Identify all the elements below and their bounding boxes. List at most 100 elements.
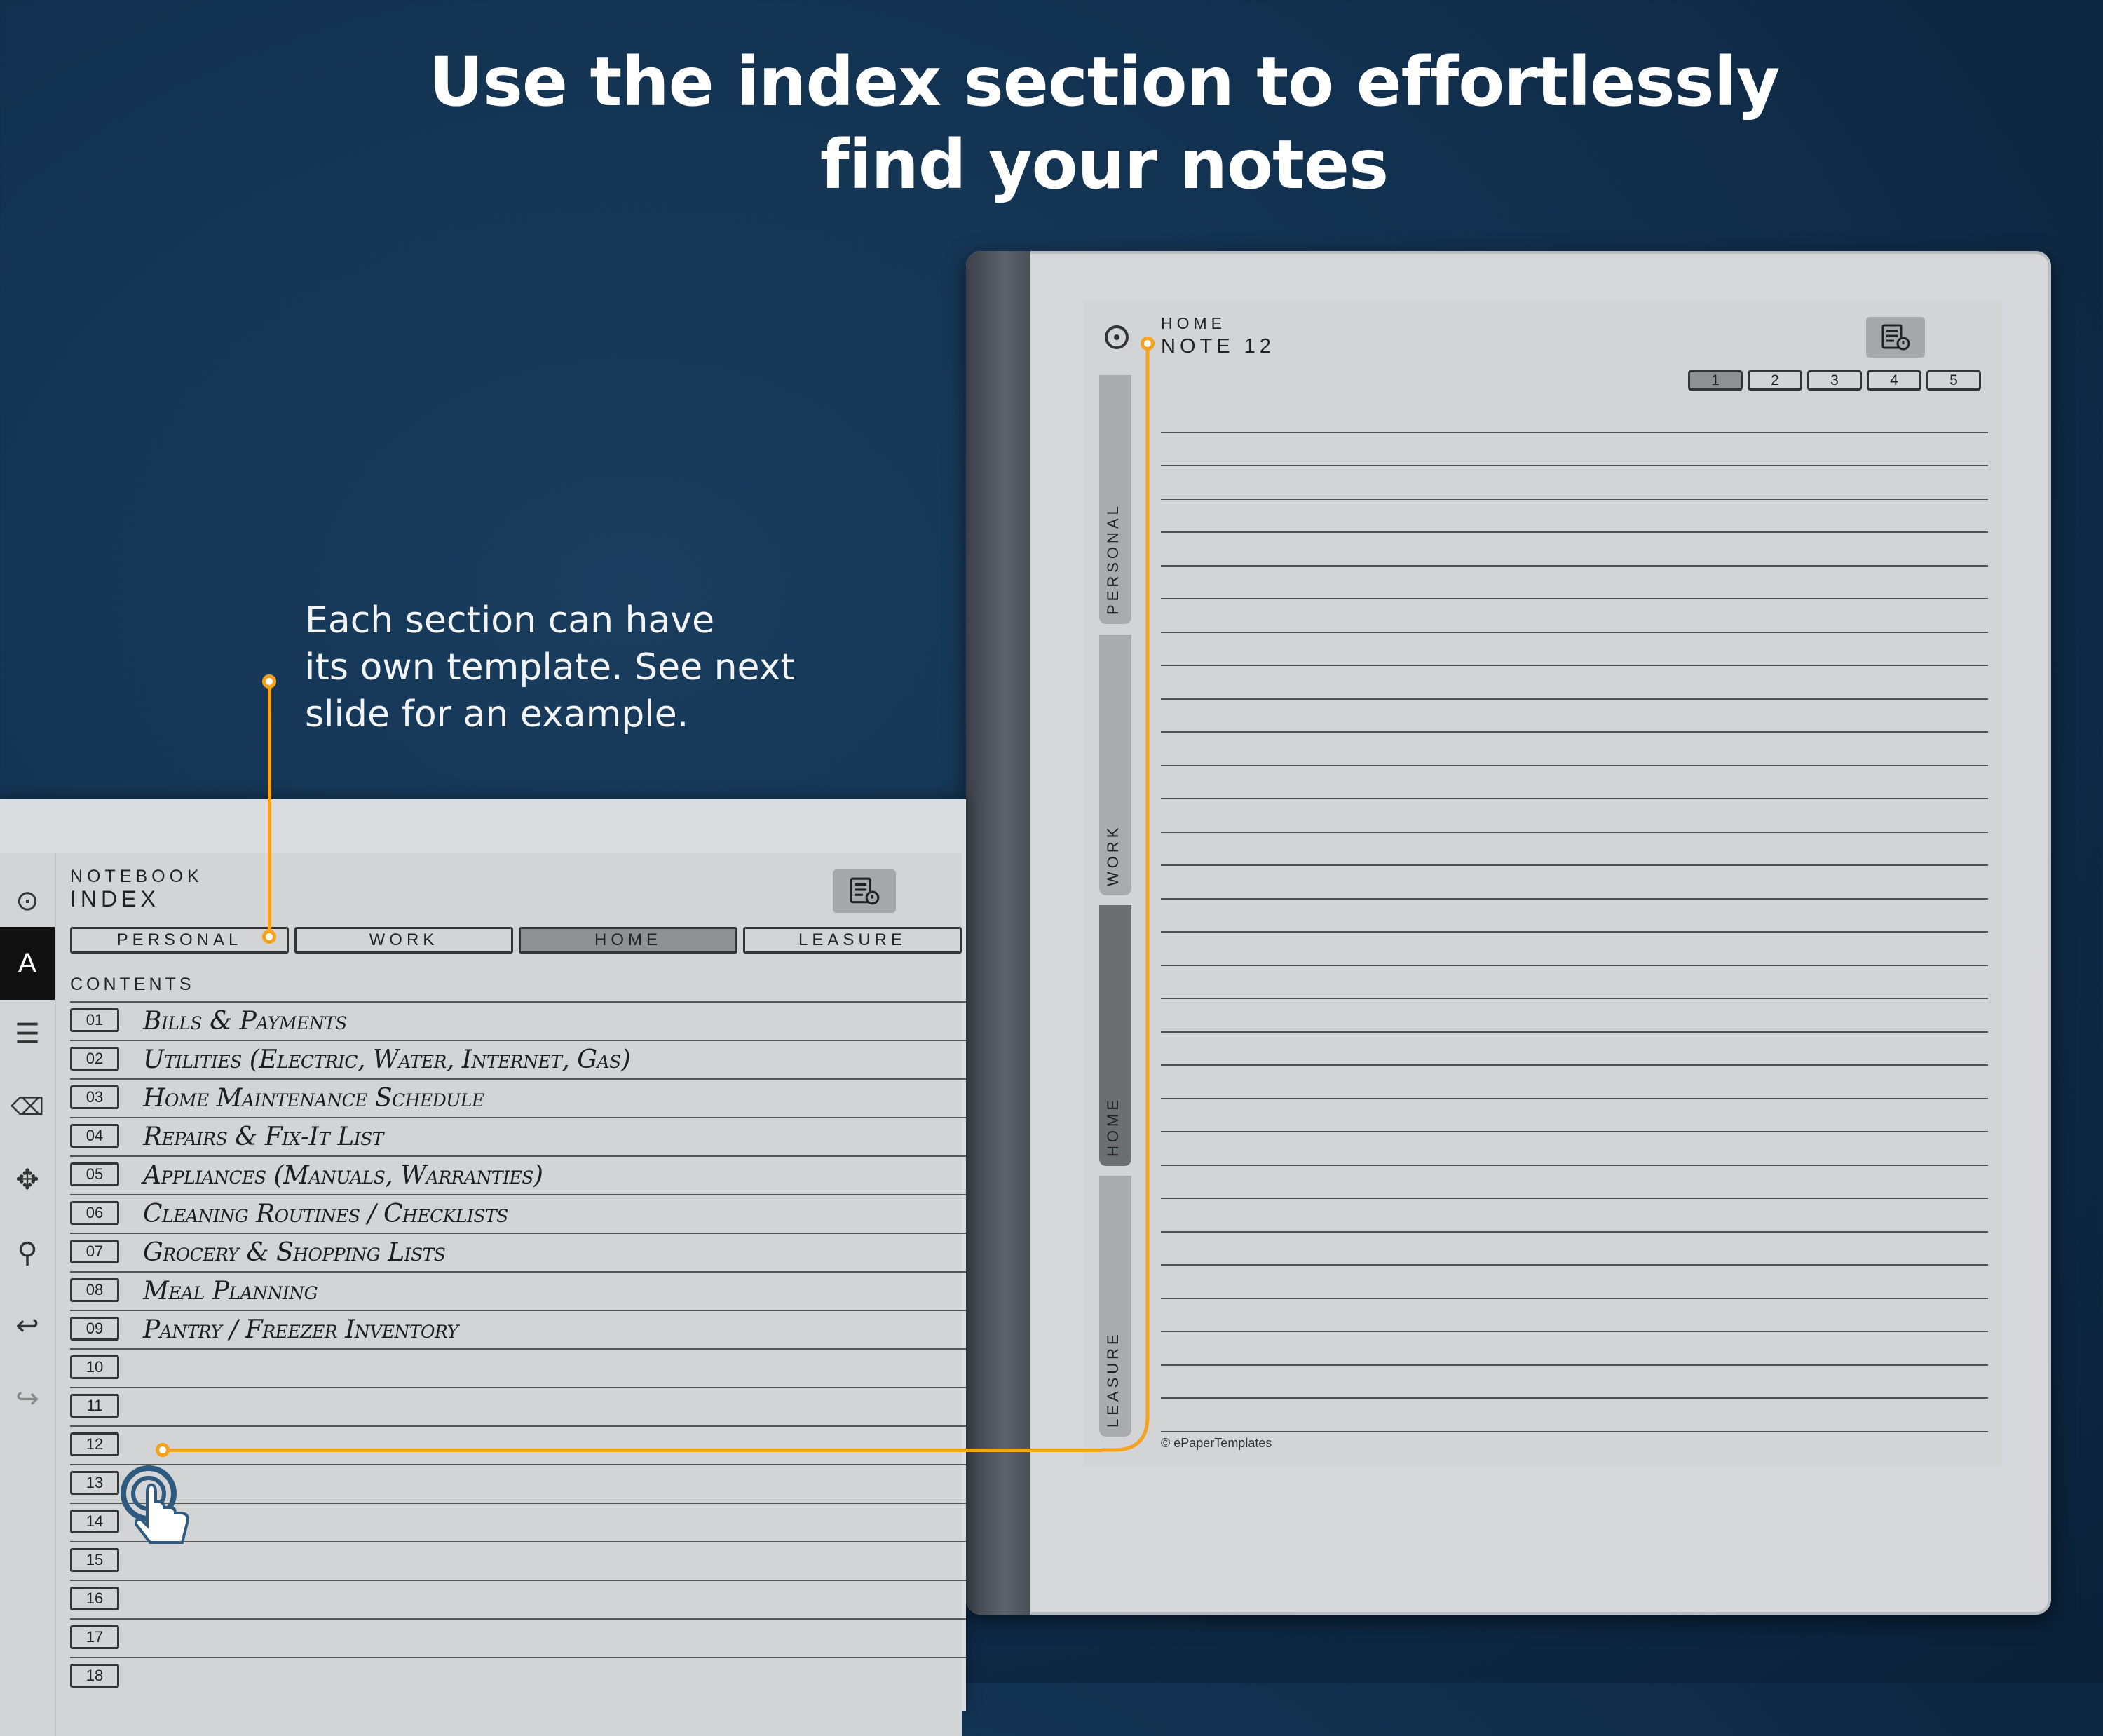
toolbar: ⊙ A ☰ ⌫ ✥ ⚲ ↩ ↪ — [0, 853, 56, 1736]
index-row[interactable]: 05 Appliances (Manuals, Warranties) — [70, 1155, 966, 1194]
tab-personal[interactable]: PERSONAL — [70, 927, 289, 954]
menu-icon[interactable]: ☰ — [7, 1014, 48, 1055]
index-list-icon — [850, 877, 880, 905]
tab-leasure[interactable]: LEASURE — [743, 927, 962, 954]
ruled-line[interactable] — [1161, 999, 1988, 1033]
index-row[interactable]: 14 — [70, 1503, 966, 1541]
page-button-1[interactable]: 1 — [1688, 370, 1743, 391]
index-row-number[interactable]: 01 — [70, 1008, 119, 1032]
index-row-number[interactable]: 07 — [70, 1240, 119, 1263]
page-button-2[interactable]: 2 — [1748, 370, 1802, 391]
index-row-number[interactable]: 02 — [70, 1047, 119, 1071]
headline-line-1: Use the index section to effortlessly — [428, 43, 1780, 121]
ruled-line[interactable] — [1161, 466, 1988, 500]
index-row[interactable]: 13 — [70, 1464, 966, 1503]
tab-home[interactable]: HOME — [519, 927, 737, 954]
ruled-line[interactable] — [1161, 1266, 1988, 1299]
tab-work[interactable]: WORK — [294, 927, 513, 954]
ruled-lines[interactable] — [1161, 400, 1988, 1432]
index-row[interactable]: 06 Cleaning Routines / Checklists — [70, 1194, 966, 1233]
ruled-line[interactable] — [1161, 400, 1988, 433]
page-button-4[interactable]: 4 — [1867, 370, 1921, 391]
index-row-text: Meal Planning — [143, 1277, 318, 1306]
ruled-line[interactable] — [1161, 1132, 1988, 1166]
index-row-number[interactable]: 03 — [70, 1085, 119, 1109]
index-list-icon — [1881, 324, 1910, 351]
page-button-5[interactable]: 5 — [1926, 370, 1981, 391]
index-row-number[interactable]: 15 — [70, 1548, 119, 1572]
ruled-line[interactable] — [1161, 966, 1988, 999]
index-row-number[interactable]: 12 — [70, 1432, 119, 1456]
ruled-line[interactable] — [1161, 666, 1988, 700]
ruled-line[interactable] — [1161, 799, 1988, 833]
ruled-line[interactable] — [1161, 933, 1988, 966]
index-row[interactable]: 16 — [70, 1580, 966, 1618]
index-row-number[interactable]: 05 — [70, 1162, 119, 1186]
ruled-line[interactable] — [1161, 1199, 1988, 1233]
index-row-number[interactable]: 10 — [70, 1355, 119, 1379]
ruled-line[interactable] — [1161, 833, 1988, 866]
connector-vertical-left — [268, 684, 271, 937]
contents-list: 01 Bills & Payments 02 Utilities (Electric,… — [70, 1001, 966, 1695]
ruled-line[interactable] — [1161, 1033, 1988, 1066]
index-row-number[interactable]: 13 — [70, 1471, 119, 1495]
ruled-line[interactable] — [1161, 533, 1988, 567]
ruled-line[interactable] — [1161, 500, 1988, 533]
ruled-line[interactable] — [1161, 1399, 1988, 1432]
ruled-line[interactable] — [1161, 633, 1988, 666]
ruled-line[interactable] — [1161, 567, 1988, 599]
index-row-number[interactable]: 16 — [70, 1587, 119, 1610]
connector-dot-row — [156, 1443, 170, 1457]
ruled-line[interactable] — [1161, 1166, 1988, 1199]
ruled-line[interactable] — [1161, 1233, 1988, 1266]
ruled-line[interactable] — [1161, 866, 1988, 900]
index-row-number[interactable]: 08 — [70, 1278, 119, 1302]
zoom-icon[interactable]: ⚲ — [7, 1233, 48, 1273]
ruled-line[interactable] — [1161, 433, 1988, 466]
index-row[interactable]: 09 Pantry / Freezer Inventory — [70, 1310, 966, 1348]
index-button[interactable] — [833, 869, 896, 913]
ruled-line[interactable] — [1161, 766, 1988, 799]
index-row[interactable]: 17 — [70, 1618, 966, 1657]
index-row-number[interactable]: 18 — [70, 1664, 119, 1688]
index-section-label: NOTEBOOK — [70, 867, 203, 886]
index-row-text: Pantry / Freezer Inventory — [143, 1315, 458, 1344]
index-row[interactable]: 15 — [70, 1541, 966, 1580]
ruled-line[interactable] — [1161, 733, 1988, 766]
index-row[interactable]: 07 Grocery & Shopping Lists — [70, 1233, 966, 1271]
index-row-number[interactable]: 11 — [70, 1394, 119, 1418]
index-row[interactable]: 10 — [70, 1348, 966, 1387]
index-row-number[interactable]: 09 — [70, 1317, 119, 1341]
index-row[interactable]: 18 — [70, 1657, 966, 1695]
index-row[interactable]: 01 Bills & Payments — [70, 1001, 966, 1040]
index-row-number[interactable]: 14 — [70, 1510, 119, 1533]
index-row[interactable]: 04 Repairs & Fix-It List — [70, 1117, 966, 1155]
page-button-3[interactable]: 3 — [1807, 370, 1862, 391]
ruled-line[interactable] — [1161, 1099, 1988, 1132]
ruled-line[interactable] — [1161, 900, 1988, 933]
redo-icon[interactable]: ↪ — [7, 1378, 48, 1419]
index-row-number[interactable]: 17 — [70, 1625, 119, 1649]
index-row-number[interactable]: 06 — [70, 1201, 119, 1225]
ruled-line[interactable] — [1161, 1066, 1988, 1099]
index-row-text: Home Maintenance Schedule — [143, 1084, 484, 1113]
index-row[interactable]: 02 Utilities (Electric, Water, Internet, … — [70, 1040, 966, 1078]
ruled-line[interactable] — [1161, 700, 1988, 733]
eraser-icon[interactable]: ⌫ — [7, 1087, 48, 1127]
index-row[interactable]: 03 Home Maintenance Schedule — [70, 1078, 966, 1117]
target-icon[interactable]: ⊙ — [7, 881, 48, 921]
index-button[interactable] — [1866, 317, 1925, 358]
index-row-text: Repairs & Fix-It List — [143, 1123, 383, 1151]
index-row[interactable]: 11 — [70, 1387, 966, 1425]
index-row[interactable]: 12 — [70, 1425, 966, 1464]
ruled-line[interactable] — [1161, 599, 1988, 633]
ruled-line[interactable] — [1161, 1332, 1988, 1366]
index-row-number[interactable]: 04 — [70, 1124, 119, 1148]
ruled-line[interactable] — [1161, 1299, 1988, 1332]
ruled-line[interactable] — [1161, 1366, 1988, 1399]
move-icon[interactable]: ✥ — [7, 1160, 48, 1200]
pen-icon[interactable]: A — [0, 927, 55, 1000]
index-row[interactable]: 08 Meal Planning — [70, 1271, 966, 1310]
undo-icon[interactable]: ↩ — [7, 1306, 48, 1346]
section-tabs: PERSONAL WORK HOME LEASURE — [70, 927, 962, 954]
